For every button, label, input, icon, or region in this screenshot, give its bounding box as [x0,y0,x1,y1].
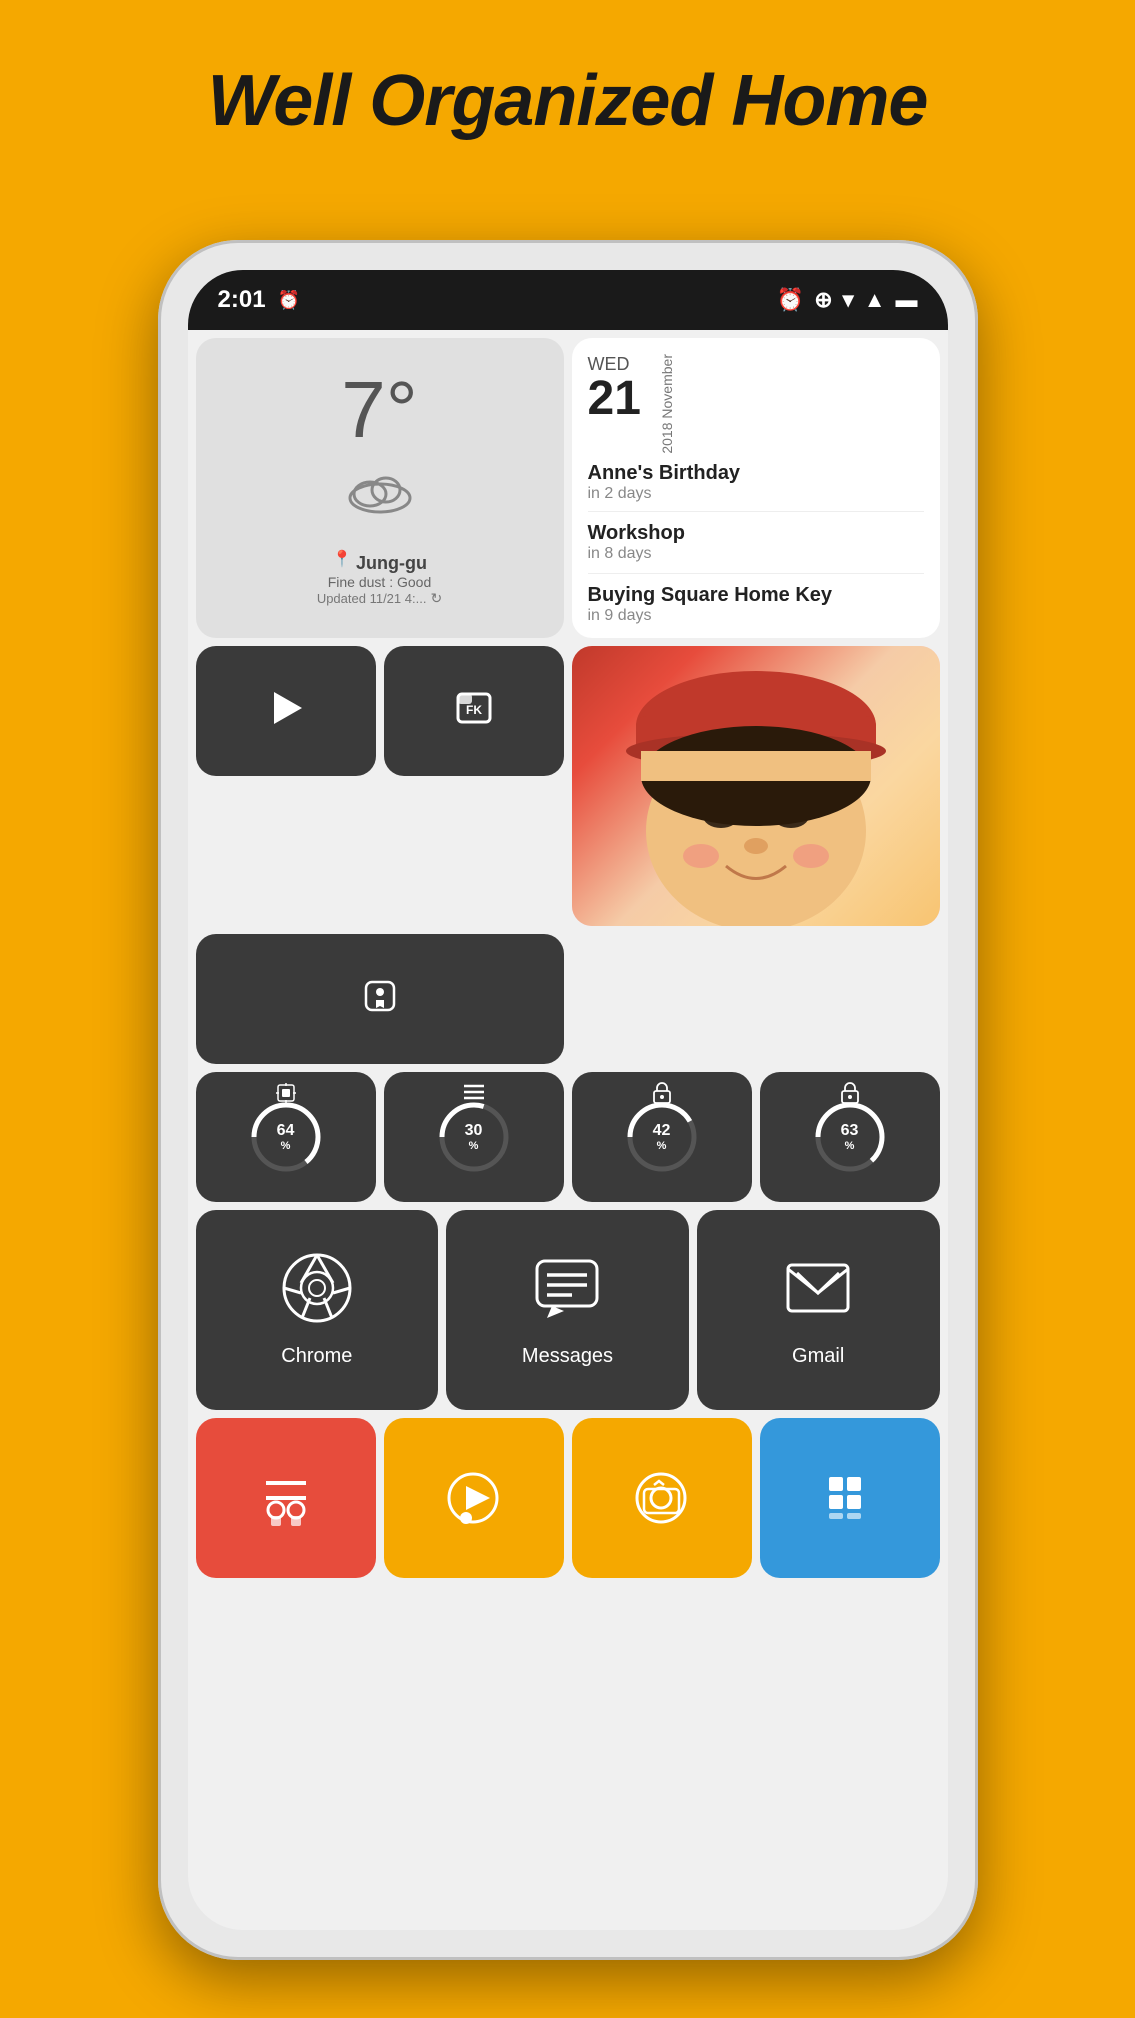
calendar-date-block: WED 21 [588,354,641,423]
weather-updated: Updated 11/21 4:... ↻ [317,590,442,607]
fk-files-button[interactable]: FK [384,646,564,776]
refresh-icon[interactable]: ↻ [430,590,442,607]
chrome-label: Chrome [281,1345,352,1368]
last-row [196,1418,940,1578]
battery-circle-2: 30 % [434,1097,514,1177]
gmail-label: Gmail [792,1345,844,1368]
phone-frame: 2:01 ⏰ ⏰ ⊕ ▾ ▲ ▬ 7° [158,240,978,1960]
grid-button[interactable] [760,1418,940,1578]
battery-lock-widget[interactable]: 42 % [572,1072,752,1202]
calendar-day-num: 21 [588,375,641,423]
calendar-event-3: Buying Square Home Key in 9 days [572,574,940,635]
weather-cloud-icon [340,460,420,529]
alarm-icon: ⏰ [278,290,300,311]
phone-screen: 2:01 ⏰ ⏰ ⊕ ▾ ▲ ▬ 7° [188,270,948,1930]
play-video-button[interactable] [384,1418,564,1578]
tips-button[interactable] [196,934,564,1064]
play-store-button[interactable] [196,646,376,776]
wifi-icon: ▾ [843,287,854,313]
location-icon: ⊕ [814,287,832,313]
small-apps-row: FK [196,646,564,926]
status-icons: ⏰ ⊕ ▾ ▲ ▬ [777,287,918,313]
event-2-days: in 8 days [588,545,924,563]
battery-row: 64 % [196,1072,940,1202]
battery-percent-1: 64 % [277,1122,295,1152]
camera-button[interactable] [572,1418,752,1578]
event-1-days: in 2 days [588,485,924,503]
battery-cpu-widget[interactable]: 64 % [196,1072,376,1202]
calendar-widget[interactable]: WED 21 2018 November Anne's Birthday in … [572,338,940,638]
weather-location: Jung-gu [356,553,427,574]
weather-widget[interactable]: 7° 📍 Jung-gu Fine dust : Good [196,338,564,638]
messages-button[interactable]: Messages [446,1210,689,1410]
calendar-event-1: Anne's Birthday in 2 days [572,462,940,511]
signal-icon: ▲ [864,287,886,313]
weather-updated-text: Updated 11/21 4:... [317,591,427,606]
photo-widget [572,646,940,926]
calendar-event-2: Workshop in 8 days [572,512,940,573]
battery-percent-3: 42 % [653,1122,671,1152]
chrome-icon [282,1253,352,1335]
event-3-name: Buying Square Home Key [588,584,924,607]
calendar-year-month: 2018 November [659,354,675,454]
status-time: 2:01 [218,286,266,314]
bottom-apps-row: Chrome Messag [196,1210,940,1410]
chrome-button[interactable]: Chrome [196,1210,439,1410]
event-3-days: in 9 days [588,607,924,625]
tips-row [196,934,564,1064]
battery-icon: ▬ [896,287,918,313]
event-1-name: Anne's Birthday [588,462,924,485]
battery-circle-4: 63 % [810,1097,890,1177]
photo-placeholder [572,646,940,926]
battery-lock2-widget[interactable]: 63 % [760,1072,940,1202]
battery-circle-1: 64 % [246,1097,326,1177]
svg-text:FK: FK [466,703,482,717]
weather-dust: Fine dust : Good [328,574,432,590]
gmail-icon [783,1253,853,1335]
battery-percent-2: 30 % [465,1122,483,1152]
contacts-button[interactable] [196,1418,376,1578]
battery-menu-widget[interactable]: 30 % [384,1072,564,1202]
phone-container: 2:01 ⏰ ⏰ ⊕ ▾ ▲ ▬ 7° [158,240,978,1960]
battery-circle-3: 42 % [622,1097,702,1177]
messages-icon [532,1253,602,1335]
calendar-header: WED 21 2018 November [572,338,940,462]
status-bar: 2:01 ⏰ ⏰ ⊕ ▾ ▲ ▬ [188,270,948,330]
messages-label: Messages [522,1345,613,1368]
battery-percent-4: 63 % [841,1122,859,1152]
home-content: 7° 📍 Jung-gu Fine dust : Good [188,330,948,1594]
page-title: Well Organized Home [0,0,1135,182]
alarm-icon2: ⏰ [777,287,804,313]
weather-temp: 7° [341,370,417,450]
event-2-name: Workshop [588,522,924,545]
gmail-button[interactable]: Gmail [697,1210,940,1410]
location-pin-icon: 📍 [332,549,352,569]
